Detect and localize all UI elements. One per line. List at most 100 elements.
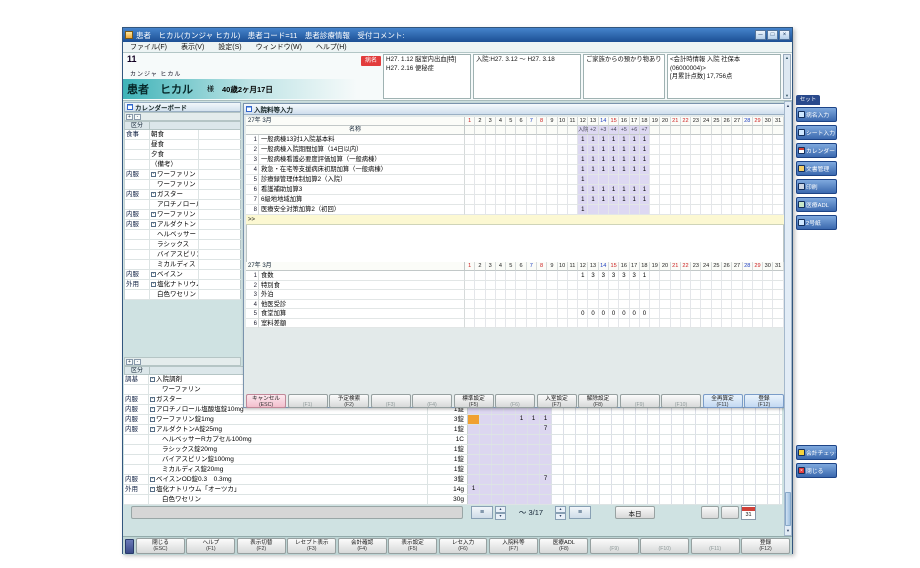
day-cell[interactable]: [600, 435, 612, 444]
day-cell[interactable]: [552, 485, 564, 494]
fee-day-cell[interactable]: [516, 145, 526, 155]
meal-day-cell[interactable]: [568, 271, 578, 281]
day-cell[interactable]: [732, 435, 744, 444]
fee-day-cell[interactable]: [527, 135, 537, 145]
meal-day-cell[interactable]: [619, 319, 629, 329]
meal-day-cell[interactable]: [660, 300, 670, 310]
fee-day-cell[interactable]: [506, 165, 516, 175]
next-period-button[interactable]: [721, 506, 739, 519]
meal-day-cell[interactable]: [516, 309, 526, 319]
function-key-f4[interactable]: (F4): [412, 394, 452, 408]
fee-day-cell[interactable]: [691, 205, 701, 215]
fee-day-cell[interactable]: [475, 175, 485, 185]
day-cell[interactable]: [684, 465, 696, 474]
fee-day-cell[interactable]: [732, 145, 742, 155]
day-cell[interactable]: [636, 495, 648, 504]
day-cell[interactable]: [564, 435, 576, 444]
day-cell[interactable]: [540, 445, 552, 454]
fee-day-cell[interactable]: 1: [578, 145, 588, 155]
fee-day-cell[interactable]: [650, 175, 660, 185]
meal-day-cell[interactable]: [640, 319, 650, 329]
meal-day-cell[interactable]: [475, 319, 485, 329]
meal-day-cell[interactable]: [527, 271, 537, 281]
day-cell[interactable]: 7: [540, 425, 552, 434]
meal-day-cell[interactable]: [609, 290, 619, 300]
function-key-f12[interactable]: 登録(F12): [744, 394, 784, 408]
day-cell[interactable]: [468, 415, 480, 424]
day-cell[interactable]: [696, 455, 708, 464]
fee-day-cell[interactable]: 1: [609, 195, 619, 205]
day-cell[interactable]: [732, 425, 744, 434]
day-cell[interactable]: [768, 435, 780, 444]
fee-day-cell[interactable]: [732, 185, 742, 195]
fee-day-cell[interactable]: [691, 195, 701, 205]
meal-day-cell[interactable]: [660, 290, 670, 300]
fee-day-cell[interactable]: [630, 205, 640, 215]
fee-day-cell[interactable]: 1: [588, 165, 598, 175]
day-cell[interactable]: [624, 425, 636, 434]
fee-day-cell[interactable]: [619, 205, 629, 215]
day-cell[interactable]: [480, 415, 492, 424]
day-cell[interactable]: [624, 435, 636, 444]
day-cell[interactable]: 1: [468, 485, 480, 494]
meal-day-cell[interactable]: [527, 300, 537, 310]
fee-day-cell[interactable]: [732, 195, 742, 205]
fee-day-cell[interactable]: 1: [609, 165, 619, 175]
minimize-button[interactable]: ─: [755, 30, 766, 40]
day-cell[interactable]: [696, 485, 708, 494]
function-key-f6[interactable]: (F6): [495, 394, 535, 408]
dialog-titlebar[interactable]: 入院料等入力: [244, 104, 784, 115]
fee-day-cell[interactable]: [516, 195, 526, 205]
day-cell[interactable]: [516, 455, 528, 464]
day-cell[interactable]: [708, 475, 720, 484]
meal-day-cell[interactable]: [568, 300, 578, 310]
day-cell[interactable]: [660, 475, 672, 484]
function-key-f5[interactable]: 標準設定(F5): [454, 394, 494, 408]
day-cell[interactable]: [528, 425, 540, 434]
fee-day-cell[interactable]: [527, 175, 537, 185]
fee-row[interactable]: 8医療安全対策加算2（初回）1: [246, 205, 784, 215]
fee-day-cell[interactable]: [475, 135, 485, 145]
meal-day-cell[interactable]: [763, 281, 773, 291]
fee-day-cell[interactable]: [486, 155, 496, 165]
fee-day-cell[interactable]: 1: [599, 195, 609, 205]
day-cell[interactable]: [744, 495, 756, 504]
day-cell[interactable]: [516, 465, 528, 474]
day-cell[interactable]: [480, 495, 492, 504]
fee-day-cell[interactable]: [527, 195, 537, 205]
meal-day-cell[interactable]: [516, 271, 526, 281]
day-cell[interactable]: [684, 475, 696, 484]
meal-row[interactable]: 1食数1333331: [246, 271, 784, 281]
fee-day-cell[interactable]: [486, 205, 496, 215]
fee-day-cell[interactable]: [691, 155, 701, 165]
meal-day-cell[interactable]: [465, 319, 475, 329]
day-cell[interactable]: [588, 495, 600, 504]
fee-day-cell[interactable]: [558, 155, 568, 165]
meal-day-cell[interactable]: 1: [640, 271, 650, 281]
fee-day-cell[interactable]: 1: [640, 165, 650, 175]
fee-day-cell[interactable]: [743, 155, 753, 165]
day-cell[interactable]: [480, 455, 492, 464]
day-cell[interactable]: [696, 435, 708, 444]
day-cell[interactable]: [732, 495, 744, 504]
fee-day-cell[interactable]: [537, 195, 547, 205]
day-cell[interactable]: [684, 415, 696, 424]
calendar-board-row[interactable]: アロチノロール: [125, 200, 241, 210]
meal-day-cell[interactable]: [619, 300, 629, 310]
toolbar-button-印刷[interactable]: 印刷: [796, 179, 837, 194]
fee-day-cell[interactable]: [753, 195, 763, 205]
function-key-f8[interactable]: 医療ADL(F8): [539, 538, 588, 554]
horizontal-scrollbar[interactable]: [131, 506, 463, 519]
fee-day-cell[interactable]: 1: [588, 135, 598, 145]
fee-day-cell[interactable]: [671, 165, 681, 175]
fee-day-cell[interactable]: [732, 165, 742, 175]
fee-day-cell[interactable]: [465, 185, 475, 195]
day-cell[interactable]: [576, 435, 588, 444]
day-cell[interactable]: [660, 435, 672, 444]
fee-day-cell[interactable]: [527, 185, 537, 195]
fee-day-cell[interactable]: [475, 165, 485, 175]
day-cell[interactable]: [660, 485, 672, 494]
day-cell[interactable]: [660, 465, 672, 474]
day-cell[interactable]: [552, 425, 564, 434]
fee-day-cell[interactable]: [732, 205, 742, 215]
